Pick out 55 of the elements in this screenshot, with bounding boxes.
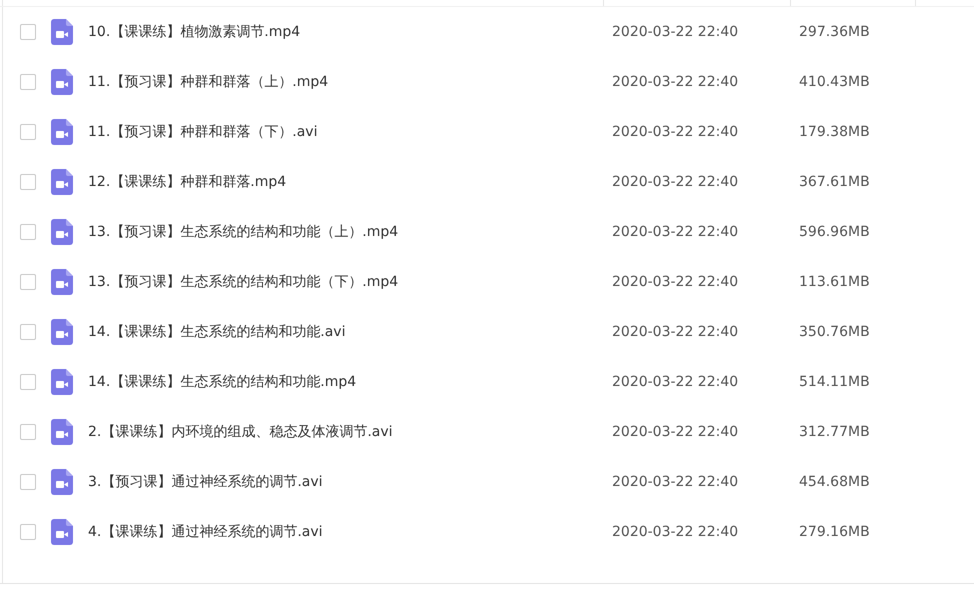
video-file-icon xyxy=(51,19,73,45)
checkbox[interactable] xyxy=(20,224,36,240)
file-size: 297.36MB xyxy=(799,24,870,40)
file-size: 514.11MB xyxy=(799,374,870,390)
file-name[interactable]: 2.【课课练】内环境的组成、稳态及体液调节.avi xyxy=(88,423,612,441)
modified-date: 2020-03-22 22:40 xyxy=(612,224,740,240)
checkbox[interactable] xyxy=(20,174,36,190)
file-size: 596.96MB xyxy=(799,224,870,240)
modified-date: 2020-03-22 22:40 xyxy=(612,174,740,190)
file-name[interactable]: 4.【课课练】通过神经系统的调节.avi xyxy=(88,523,612,541)
checkbox[interactable] xyxy=(20,24,36,40)
checkbox[interactable] xyxy=(20,474,36,490)
file-size: 279.16MB xyxy=(799,524,870,540)
file-size: 179.38MB xyxy=(799,124,870,140)
video-file-icon xyxy=(51,369,73,395)
file-name[interactable]: 10.【课课练】植物激素调节.mp4 xyxy=(88,23,612,41)
modified-date: 2020-03-22 22:40 xyxy=(612,124,740,140)
modified-date: 2020-03-22 22:40 xyxy=(612,74,740,90)
video-file-icon xyxy=(51,119,73,145)
file-name[interactable]: 13.【预习课】生态系统的结构和功能（下）.mp4 xyxy=(88,273,612,291)
video-file-icon xyxy=(51,519,73,545)
checkbox[interactable] xyxy=(20,274,36,290)
file-size: 312.77MB xyxy=(799,424,870,440)
modified-date: 2020-03-22 22:40 xyxy=(612,324,740,340)
file-name[interactable]: 3.【预习课】通过神经系统的调节.avi xyxy=(88,473,612,491)
video-file-icon xyxy=(51,319,73,345)
file-name[interactable]: 13.【预习课】生态系统的结构和功能（上）.mp4 xyxy=(88,223,612,241)
file-size: 113.61MB xyxy=(799,274,870,290)
file-size: 454.68MB xyxy=(799,474,870,490)
video-file-icon xyxy=(51,169,73,195)
video-file-icon xyxy=(51,269,73,295)
file-name[interactable]: 14.【课课练】生态系统的结构和功能.mp4 xyxy=(88,373,612,391)
file-size: 410.43MB xyxy=(799,74,870,90)
checkbox[interactable] xyxy=(20,124,36,140)
file-name[interactable]: 11.【预习课】种群和群落（下）.avi xyxy=(88,123,612,141)
modified-date: 2020-03-22 22:40 xyxy=(612,24,740,40)
modified-date: 2020-03-22 22:40 xyxy=(612,274,740,290)
file-name[interactable]: 12.【课课练】种群和群落.mp4 xyxy=(88,173,612,191)
checkbox[interactable] xyxy=(20,524,36,540)
video-file-icon xyxy=(51,469,73,495)
file-size: 350.76MB xyxy=(799,324,870,340)
file-size: 367.61MB xyxy=(799,174,870,190)
checkbox[interactable] xyxy=(20,324,36,340)
video-file-icon xyxy=(51,219,73,245)
modified-date: 2020-03-22 22:40 xyxy=(612,424,740,440)
modified-date: 2020-03-22 22:40 xyxy=(612,474,740,490)
file-name[interactable]: 11.【预习课】种群和群落（上）.mp4 xyxy=(88,73,612,91)
file-name[interactable]: 14.【课课练】生态系统的结构和功能.avi xyxy=(88,323,612,341)
modified-date: 2020-03-22 22:40 xyxy=(612,524,740,540)
checkbox[interactable] xyxy=(20,74,36,90)
checkbox[interactable] xyxy=(20,424,36,440)
checkbox[interactable] xyxy=(20,374,36,390)
video-file-icon xyxy=(51,69,73,95)
modified-date: 2020-03-22 22:40 xyxy=(612,374,740,390)
video-file-icon xyxy=(51,419,73,445)
